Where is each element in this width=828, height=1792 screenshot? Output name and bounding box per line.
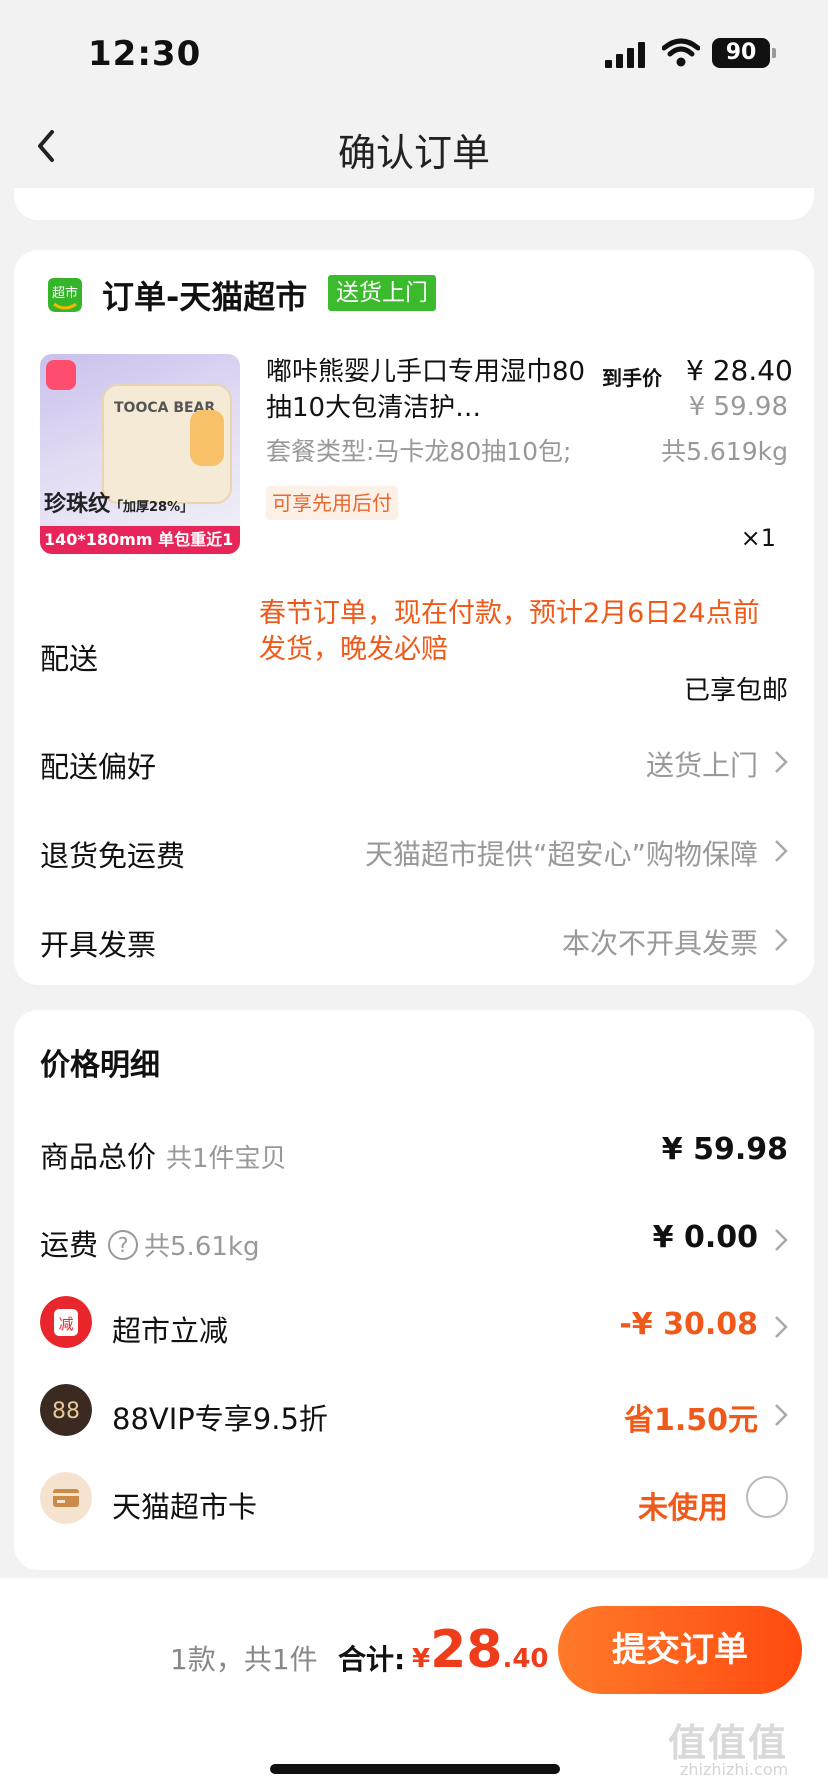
- freight-amount: ¥ 0.00: [652, 1220, 758, 1255]
- freight-label: 运费? 共5.61kg: [40, 1222, 259, 1264]
- chevron-right-icon: [775, 1404, 788, 1426]
- chevron-right-icon: [775, 1316, 788, 1338]
- signal-icon: [605, 42, 645, 68]
- store-name: 订单-天猫超市: [102, 278, 308, 316]
- battery-tip: [772, 48, 776, 58]
- return-shipping-value: 天猫超市提供“超安心”购物保障: [364, 838, 758, 871]
- chevron-right-icon: [775, 751, 788, 773]
- help-icon[interactable]: ?: [108, 1230, 139, 1260]
- market-discount-label: 超市立减: [112, 1314, 229, 1348]
- market-card-label: 天猫超市卡: [112, 1490, 258, 1524]
- currency-symbol: ¥: [412, 1644, 431, 1674]
- image-bar-text: 140*180mm 单包重近1斤: [40, 526, 240, 554]
- summary-total-label: 合计:: [338, 1643, 406, 1676]
- product-title[interactable]: 嘟咔熊婴儿手口专用湿巾80抽10大包清洁护…: [266, 354, 586, 426]
- price-original: ¥ 59.98: [688, 392, 788, 422]
- vip-88-icon: 88: [40, 1384, 92, 1436]
- vip-label: 88VIP专享9.5折: [112, 1402, 328, 1436]
- summary-count: 1款，共1件: [170, 1643, 318, 1676]
- image-text-sub: 「加厚28%」: [110, 500, 194, 515]
- page-title: 确认订单: [337, 131, 490, 175]
- invoice-label: 开具发票: [40, 928, 157, 962]
- order-card: 超市 订单-天猫超市 送货上门 TOOCA BEAR 珍珠纹「加厚28%」 14…: [14, 250, 814, 985]
- card-icon: [40, 1472, 92, 1524]
- brand-badge-icon: [46, 360, 76, 390]
- submit-order-button[interactable]: 提交订单: [558, 1606, 802, 1694]
- return-shipping-label: 退货免运费: [40, 839, 186, 873]
- home-indicator[interactable]: [270, 1764, 560, 1774]
- discount-icon: 减: [40, 1296, 92, 1348]
- product-quantity: ×1: [740, 524, 776, 552]
- delivery-label: 配送: [40, 642, 99, 676]
- watermark: 值值值: [668, 1721, 789, 1765]
- goods-total-label: 商品总价 共1件宝贝: [40, 1134, 287, 1176]
- vip-amount: 省1.50元: [623, 1403, 758, 1438]
- vip-icon-text: 88: [52, 1399, 80, 1424]
- image-text-main: 珍珠纹「加厚28%」: [44, 486, 193, 518]
- total-integer: 28: [430, 1620, 503, 1680]
- address-card-bottom: [14, 188, 814, 220]
- battery-indicator: 90: [712, 38, 770, 68]
- freight-weight: 共5.61kg: [144, 1232, 260, 1262]
- price-detail-card: 价格明细 商品总价 共1件宝贝 ¥ 59.98 运费? 共5.61kg ¥ 0.00…: [14, 1010, 814, 1570]
- market-discount-amount: -¥ 30.08: [619, 1307, 758, 1342]
- invoice-value: 本次不开具发票: [561, 927, 758, 960]
- free-shipping-text: 已享包邮: [683, 676, 788, 706]
- wifi-icon: [662, 38, 700, 67]
- price-final: ¥ 28.40: [686, 354, 793, 387]
- store-logo-icon: 超市: [48, 278, 82, 312]
- goods-total-label-text: 商品总价: [40, 1140, 157, 1174]
- delivery-pref-value: 送货上门: [645, 749, 758, 782]
- bear-icon: [190, 410, 224, 466]
- delivery-pref-label: 配送偏好: [40, 750, 157, 784]
- product-spec: 套餐类型:马卡龙80抽10包;: [266, 437, 572, 466]
- card-radio[interactable]: [746, 1476, 788, 1518]
- freight-label-text: 运费: [40, 1228, 99, 1262]
- image-text-main-label: 珍珠纹: [44, 492, 111, 517]
- summary-total: ¥28.40: [412, 1620, 549, 1680]
- goods-total-amount: ¥ 59.98: [661, 1132, 788, 1167]
- total-decimal: .40: [502, 1644, 549, 1674]
- price-detail-title: 价格明细: [40, 1048, 160, 1083]
- status-time: 12:30: [88, 34, 202, 74]
- delivery-badge: 送货上门: [328, 275, 436, 311]
- chevron-right-icon: [775, 1229, 788, 1251]
- chevron-right-icon: [775, 840, 788, 862]
- goods-count: 共1件宝贝: [166, 1144, 287, 1174]
- product-weight: 共5.619kg: [661, 437, 788, 466]
- market-card-status: 未使用: [638, 1491, 728, 1526]
- pay-later-badge: 可享先用后付: [266, 486, 398, 520]
- product-image[interactable]: TOOCA BEAR 珍珠纹「加厚28%」 140*180mm 单包重近1斤: [40, 354, 240, 554]
- store-logo-text: 超市: [52, 285, 78, 301]
- watermark-url: zhizhizhi.com: [680, 1760, 789, 1779]
- chevron-right-icon: [775, 929, 788, 951]
- discount-icon-text: 减: [58, 1315, 73, 1333]
- status-bar: 12:30 90: [0, 0, 828, 110]
- nav-bar: 确认订单: [0, 110, 828, 180]
- price-label: 到手价: [602, 366, 662, 390]
- delivery-note: 春节订单，现在付款，预计2月6日24点前发货，晚发必赔: [259, 598, 760, 665]
